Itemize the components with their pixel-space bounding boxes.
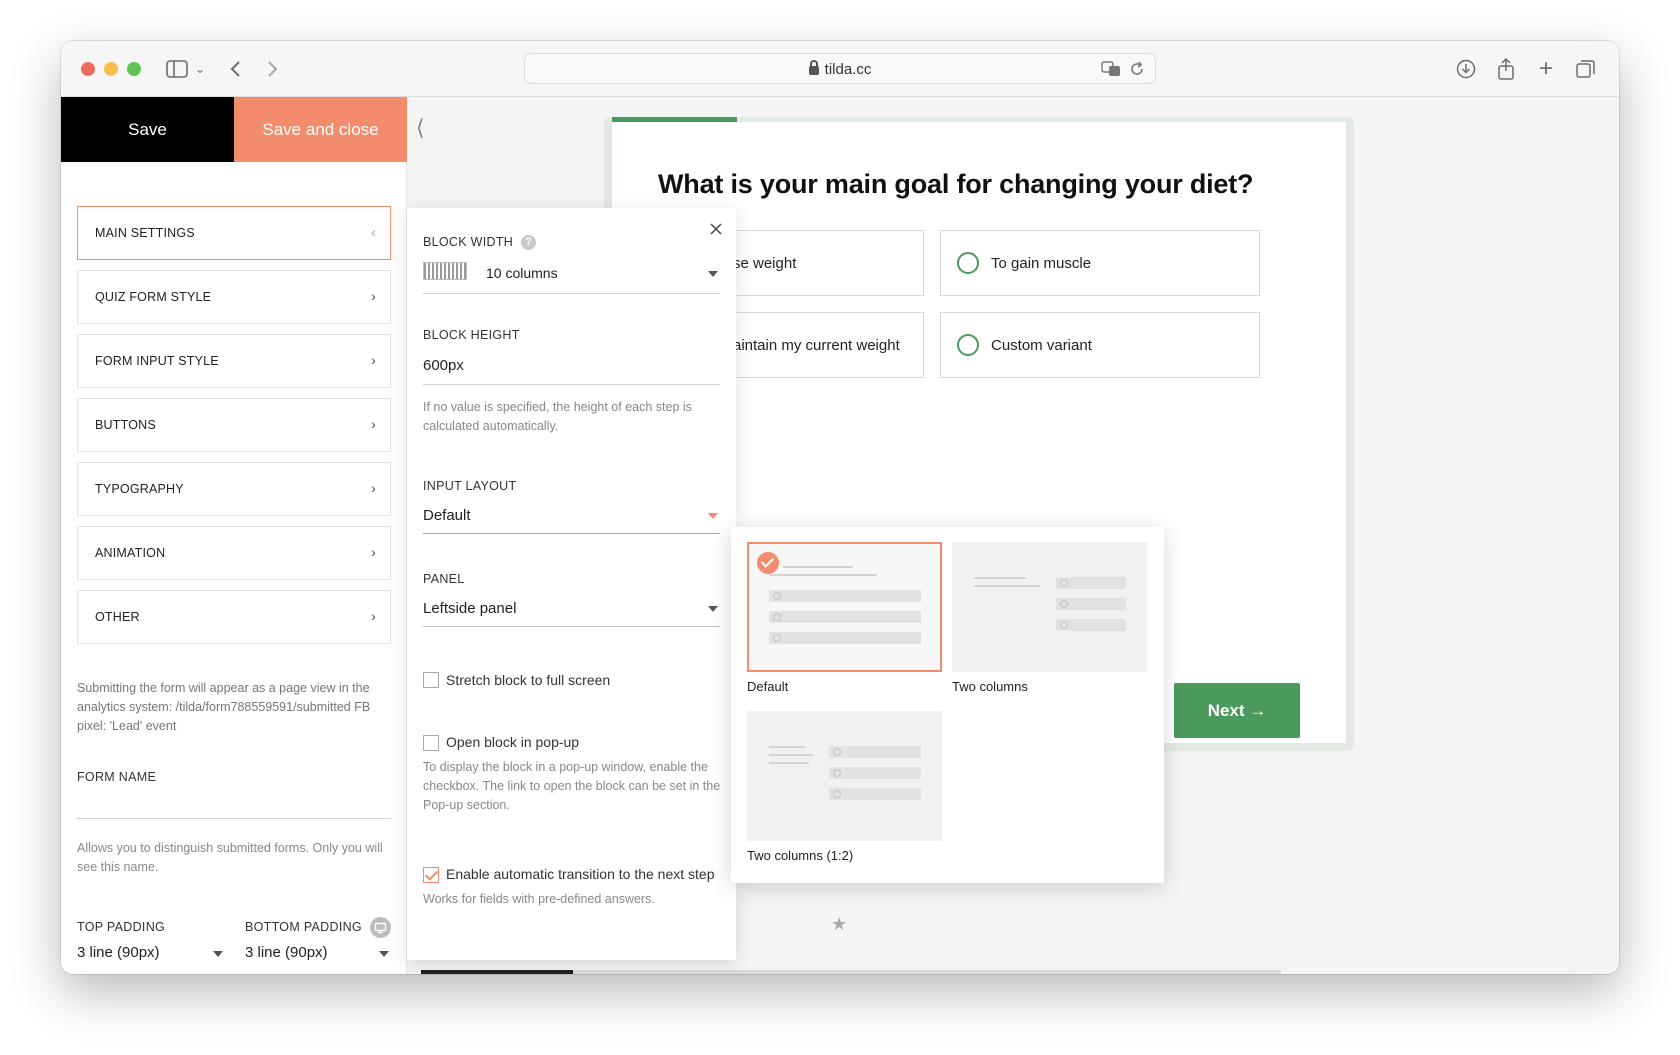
menu-quiz-form-style[interactable]: QUIZ FORM STYLE › (77, 270, 391, 324)
dropdown-arrow-icon (708, 271, 718, 277)
panel-label: PANEL (423, 572, 465, 586)
layout-option-default[interactable] (747, 542, 942, 672)
layout-option-default-label: Default (747, 679, 789, 694)
quiz-next-button[interactable]: Next → (1174, 683, 1300, 738)
dropdown-arrow-icon (708, 513, 718, 519)
auto-transition-hint: Works for fields with pre-defined answer… (423, 892, 655, 906)
chevron-left-icon: ‹ (371, 224, 376, 240)
block-height-hint: If no value is specified, the height of … (423, 400, 692, 433)
quiz-progress-bar (612, 117, 1346, 122)
new-tab-icon[interactable]: + (1534, 55, 1558, 83)
radio-icon (957, 252, 979, 274)
input-layout-label: INPUT LAYOUT (423, 479, 517, 493)
close-icon[interactable] (710, 222, 722, 240)
back-arrow-icon[interactable] (225, 55, 245, 83)
tab-overview-icon[interactable] (1574, 55, 1598, 83)
input-layout-select[interactable]: Default (423, 498, 720, 532)
settings-sidebar: Save Save and close MAIN SETTINGS ‹ QUIZ… (61, 97, 407, 974)
browser-window: ⌄ tilda.cc + ⟨ What is your main goal fo… (61, 41, 1619, 974)
url-text: tilda.cc (824, 61, 872, 78)
top-padding-label: TOP PADDING (77, 920, 166, 934)
maximize-window-button[interactable] (127, 62, 141, 76)
bottom-padding-label: BOTTOM PADDING (245, 920, 362, 934)
popup-hint: To display the block in a pop-up window,… (423, 760, 721, 812)
form-name-hint: Allows you to distinguish submitted form… (77, 841, 383, 874)
sidebar-toggle-icon[interactable] (165, 55, 189, 83)
dropdown-arrow-icon (213, 951, 223, 957)
download-icon[interactable] (1454, 55, 1478, 83)
bottom-block-strip (421, 970, 1281, 974)
block-height-label: BLOCK HEIGHT (423, 328, 520, 342)
bottom-padding-select[interactable]: 3 line (90px) (245, 937, 391, 967)
main-settings-panel: BLOCK WIDTH? 10 columns BLOCK HEIGHT 600… (407, 208, 736, 960)
radio-icon (957, 334, 979, 356)
address-bar[interactable]: tilda.cc (524, 53, 1156, 84)
device-icon[interactable] (370, 917, 391, 938)
auto-transition-checkbox[interactable] (423, 867, 439, 883)
help-icon[interactable]: ? (521, 235, 537, 251)
quiz-option-2[interactable]: To gain muscle (940, 230, 1260, 296)
collapse-panel-icon[interactable]: ⟨ (416, 115, 425, 141)
share-icon[interactable] (1494, 55, 1518, 83)
save-button[interactable]: Save (61, 97, 234, 162)
menu-form-input-style[interactable]: FORM INPUT STYLE › (77, 334, 391, 388)
forward-arrow-icon[interactable] (263, 55, 283, 83)
open-in-popup-checkbox[interactable] (423, 735, 439, 751)
dropdown-arrow-icon (708, 606, 718, 612)
block-width-label: BLOCK WIDTH? (423, 235, 537, 251)
chevron-down-icon[interactable]: ⌄ (193, 55, 207, 83)
stretch-full-screen-checkbox[interactable] (423, 672, 439, 688)
menu-buttons[interactable]: BUTTONS › (77, 398, 391, 452)
block-width-select[interactable]: 10 columns (423, 258, 720, 292)
block-height-input[interactable]: 600px (423, 348, 720, 382)
chevron-right-icon: › (371, 480, 376, 496)
check-icon (757, 552, 779, 574)
browser-toolbar: ⌄ tilda.cc + (61, 41, 1619, 97)
top-padding-select[interactable]: 3 line (90px) (77, 937, 225, 967)
minimize-window-button[interactable] (104, 62, 118, 76)
menu-typography[interactable]: TYPOGRAPHY › (77, 462, 391, 516)
chevron-right-icon: › (371, 352, 376, 368)
input-layout-chooser: Default Two columns Two columns (1:2) (731, 527, 1164, 883)
quiz-option-4[interactable]: Custom variant (940, 312, 1260, 378)
chevron-right-icon: › (371, 416, 376, 432)
layout-option-two-columns-1-2[interactable] (747, 711, 942, 841)
columns-icon (423, 262, 467, 280)
layout-option-two-columns[interactable] (952, 542, 1147, 672)
dropdown-arrow-icon (379, 951, 389, 957)
menu-other[interactable]: OTHER › (77, 590, 391, 644)
translate-icon[interactable] (1101, 60, 1121, 83)
form-name-label: FORM NAME (77, 770, 157, 784)
chevron-right-icon: › (371, 288, 376, 304)
open-in-popup-label: Open block in pop-up (446, 734, 580, 750)
chevron-right-icon: › (371, 608, 376, 624)
close-window-button[interactable] (81, 62, 95, 76)
save-and-close-button[interactable]: Save and close (234, 97, 407, 162)
panel-select[interactable]: Leftside panel (423, 591, 720, 625)
menu-main-settings[interactable]: MAIN SETTINGS ‹ (77, 206, 391, 260)
chevron-right-icon: › (371, 544, 376, 560)
menu-animation[interactable]: ANIMATION › (77, 526, 391, 580)
auto-transition-label: Enable automatic transition to the next … (446, 866, 715, 882)
form-name-input[interactable] (77, 789, 391, 819)
quiz-progress-fill (612, 117, 737, 122)
layout-option-two-columns-label: Two columns (952, 679, 1028, 694)
layout-option-two-columns-1-2-label: Two columns (1:2) (747, 848, 854, 863)
star-icon[interactable]: ★ (831, 914, 847, 935)
stretch-full-screen-label: Stretch block to full screen (446, 672, 611, 688)
lock-icon (808, 60, 819, 75)
quiz-question: What is your main goal for changing your… (658, 169, 1254, 199)
reload-icon[interactable] (1129, 60, 1145, 83)
page-content: ⟨ What is your main goal for changing yo… (61, 97, 1619, 974)
analytics-info-text: Submitting the form will appear as a pag… (77, 681, 371, 733)
